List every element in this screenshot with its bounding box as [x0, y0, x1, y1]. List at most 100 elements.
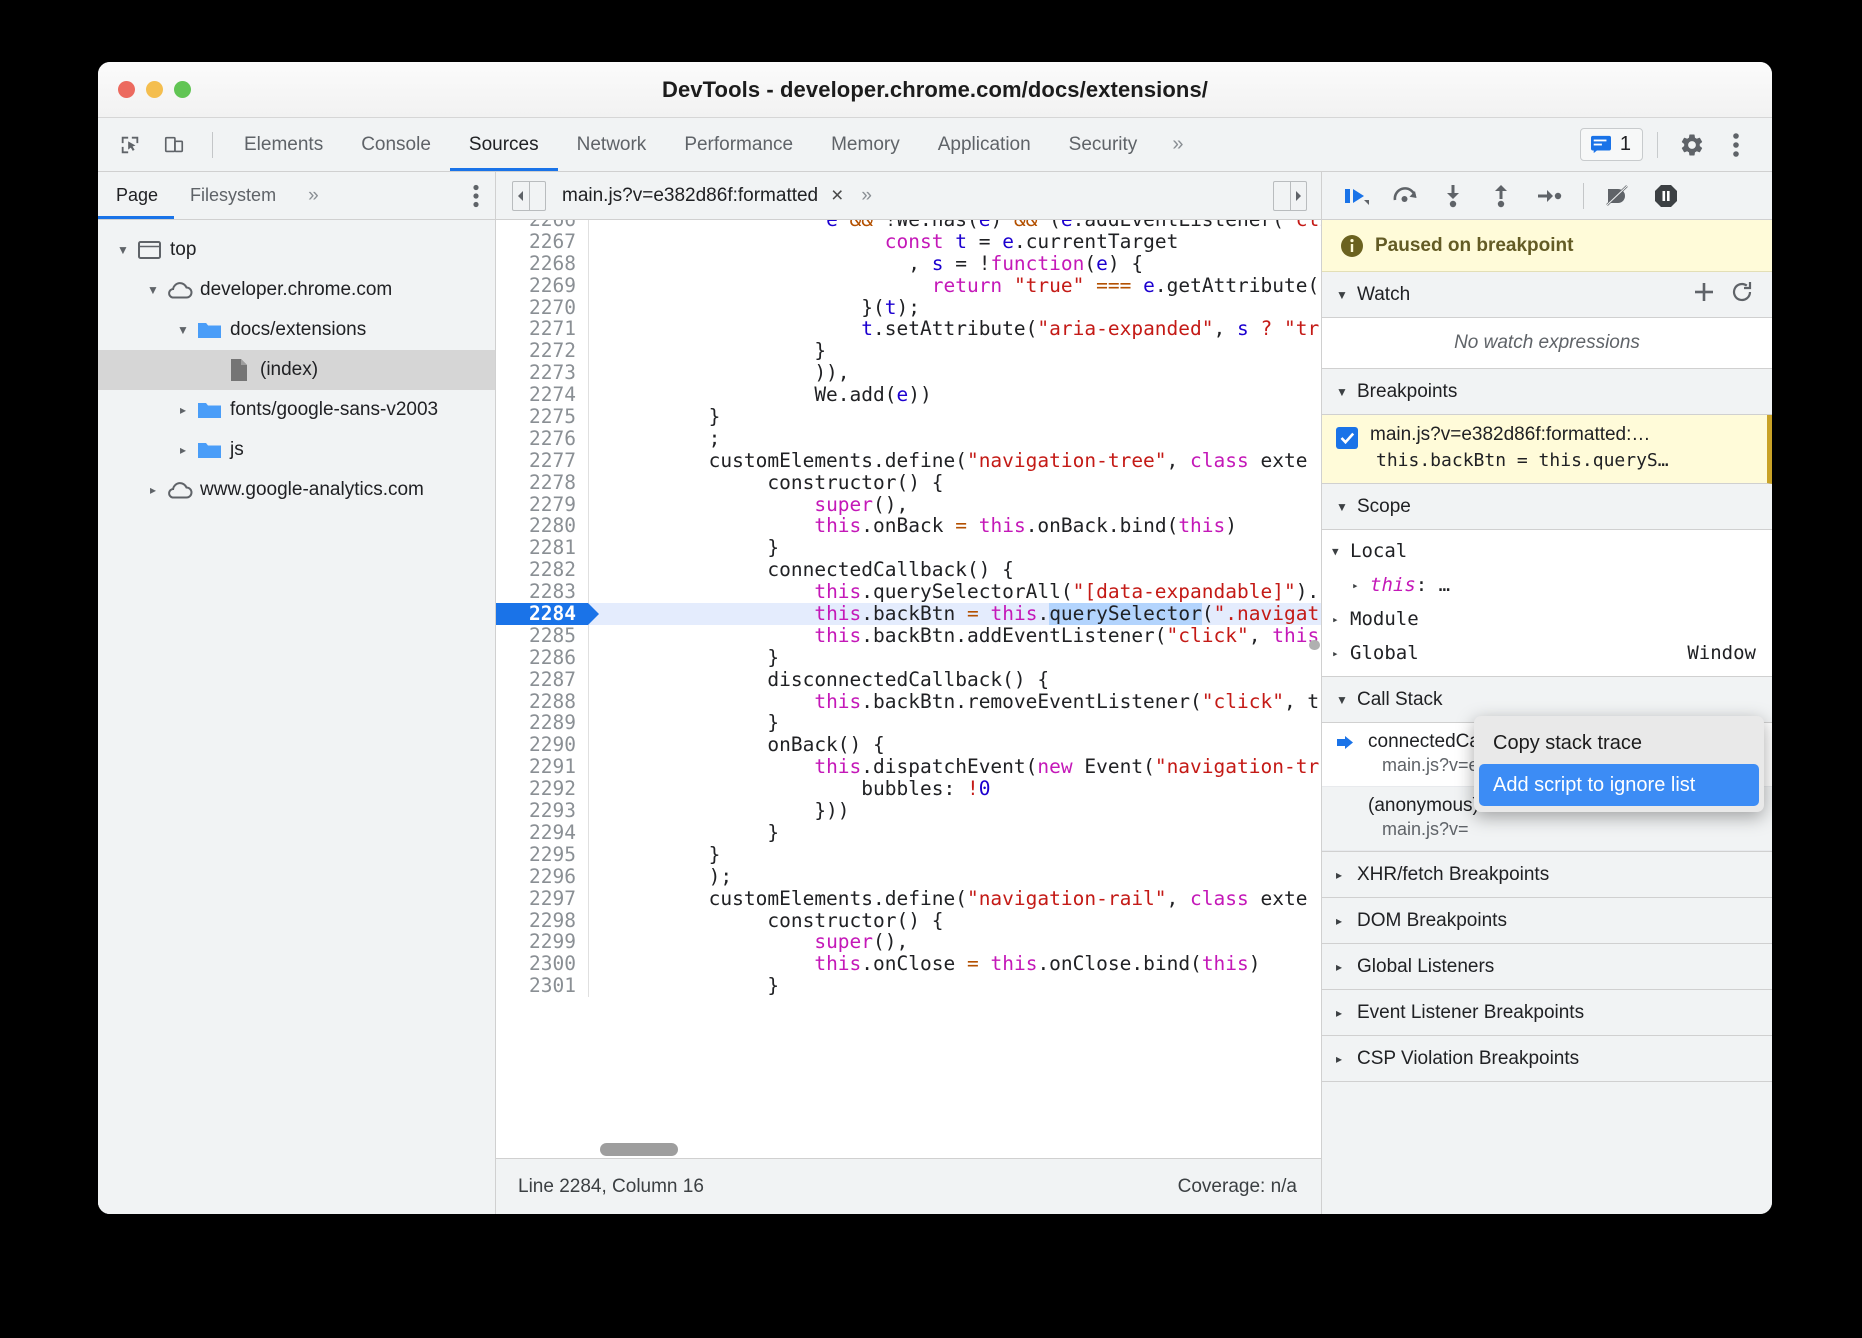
tab-network[interactable]: Network: [558, 118, 666, 171]
line-number[interactable]: 2283: [496, 581, 588, 603]
chevron-down-icon[interactable]: ▼: [1336, 385, 1348, 399]
coverage-status[interactable]: Coverage: n/a: [1178, 1176, 1297, 1198]
line-number[interactable]: 2278: [496, 472, 588, 494]
code-line[interactable]: 2290 onBack() {: [496, 734, 1321, 756]
line-number[interactable]: 2288: [496, 691, 588, 713]
scope-row-this[interactable]: ▸ this : …: [1322, 568, 1772, 602]
deactivate-breakpoints-button[interactable]: [1597, 177, 1639, 215]
code-line[interactable]: 2280 this.onBack = this.onBack.bind(this…: [496, 515, 1321, 537]
tree-node-developer-chrome-com[interactable]: ▼ developer.chrome.com: [98, 270, 495, 310]
chevron-right-icon[interactable]: ▸: [172, 390, 194, 430]
chevron-down-icon[interactable]: ▼: [1336, 288, 1348, 302]
watch-section-header[interactable]: ▼ Watch: [1322, 272, 1772, 318]
chevron-right-icon[interactable]: ▸: [172, 430, 194, 470]
global-listeners-header[interactable]: ▸ Global Listeners: [1322, 944, 1772, 990]
tab-performance[interactable]: Performance: [665, 118, 812, 171]
code-line[interactable]: 2273 )),: [496, 362, 1321, 384]
chevron-down-icon[interactable]: ▼: [142, 270, 164, 310]
dom-breakpoints-header[interactable]: ▸ DOM Breakpoints: [1322, 898, 1772, 944]
refresh-watch-expressions-button[interactable]: [1730, 280, 1754, 310]
code-line[interactable]: 2284 this.backBtn = this.querySelector("…: [496, 603, 1321, 625]
code-line[interactable]: 2278 constructor() {: [496, 472, 1321, 494]
chevron-down-icon[interactable]: ▼: [1336, 693, 1348, 707]
code-line[interactable]: 2287 disconnectedCallback() {: [496, 669, 1321, 691]
line-number[interactable]: 2276: [496, 428, 588, 450]
tree-node-js[interactable]: ▸ js: [98, 430, 495, 470]
code-line[interactable]: 2301 }: [496, 975, 1321, 997]
vertical-scrollbar[interactable]: [1309, 640, 1320, 650]
chevron-right-icon[interactable]: ▸: [1332, 613, 1350, 626]
code-line[interactable]: 2286 }: [496, 647, 1321, 669]
code-line[interactable]: 2271 t.setAttribute("aria-expanded", s ?…: [496, 318, 1321, 340]
code-line[interactable]: 2266 e && !We.has(e) && (e.addEventListe…: [496, 220, 1321, 231]
code-line[interactable]: 2285 this.backBtn.addEventListener("clic…: [496, 625, 1321, 647]
code-line[interactable]: 2291 this.dispatchEvent(new Event("navig…: [496, 756, 1321, 778]
nav-tab-page[interactable]: Page: [98, 172, 174, 219]
navigator-more-options-button[interactable]: [473, 184, 495, 208]
code-line[interactable]: 2270 }(t);: [496, 297, 1321, 319]
code-line[interactable]: 2277 customElements.define("navigation-t…: [496, 450, 1321, 472]
code-line[interactable]: 2288 this.backBtn.removeEventListener("c…: [496, 691, 1321, 713]
editor-more-tabs-chevron-icon[interactable]: »: [861, 185, 872, 207]
show-navigator-button[interactable]: [512, 181, 546, 211]
horizontal-scrollbar[interactable]: [600, 1143, 678, 1156]
tab-application[interactable]: Application: [919, 118, 1050, 171]
tab-memory[interactable]: Memory: [812, 118, 919, 171]
context-menu-item-add-script-to-ignore-list[interactable]: Add script to ignore list: [1479, 764, 1759, 806]
line-number[interactable]: 2287: [496, 669, 588, 691]
scope-row-local[interactable]: ▼ Local: [1322, 534, 1772, 568]
step-button[interactable]: [1528, 177, 1570, 215]
inspect-element-icon[interactable]: [112, 128, 148, 162]
step-over-next-function-call-button[interactable]: [1384, 177, 1426, 215]
line-number[interactable]: 2282: [496, 559, 588, 581]
tree-node-www-google-analytics-com[interactable]: ▸ www.google-analytics.com: [98, 470, 495, 510]
line-number[interactable]: 2299: [496, 931, 588, 953]
chevron-right-icon[interactable]: ▸: [1336, 1052, 1348, 1066]
more-tabs-chevron-icon[interactable]: »: [1156, 118, 1199, 171]
line-number[interactable]: 2290: [496, 734, 588, 756]
chevron-right-icon[interactable]: ▸: [1352, 579, 1370, 592]
tree-node-top[interactable]: ▼ top: [98, 230, 495, 270]
step-into-next-function-call-button[interactable]: [1432, 177, 1474, 215]
settings-button[interactable]: [1672, 125, 1712, 165]
chevron-right-icon[interactable]: ▸: [1336, 914, 1348, 928]
line-number[interactable]: 2277: [496, 450, 588, 472]
code-line[interactable]: 2299 super(),: [496, 931, 1321, 953]
breakpoints-section-header[interactable]: ▼ Breakpoints: [1322, 369, 1772, 415]
devtools-main-menu-button[interactable]: [1716, 125, 1756, 165]
chevron-right-icon[interactable]: ▸: [142, 470, 164, 510]
line-number[interactable]: 2301: [496, 975, 588, 997]
tree-node-index[interactable]: ▸ (index): [98, 350, 495, 390]
code-line[interactable]: 2283 this.querySelectorAll("[data-expand…: [496, 581, 1321, 603]
line-number[interactable]: 2293: [496, 800, 588, 822]
add-watch-expression-button[interactable]: [1692, 280, 1716, 310]
line-number[interactable]: 2280: [496, 515, 588, 537]
code-line[interactable]: 2275 }: [496, 406, 1321, 428]
step-out-of-current-function-button[interactable]: [1480, 177, 1522, 215]
context-menu-item-copy-stack-trace[interactable]: Copy stack trace: [1479, 722, 1759, 764]
line-number[interactable]: 2294: [496, 822, 588, 844]
pause-on-exceptions-button[interactable]: [1645, 177, 1687, 215]
chevron-down-icon[interactable]: ▼: [172, 310, 194, 350]
code-line[interactable]: 2298 constructor() {: [496, 910, 1321, 932]
line-number[interactable]: 2284: [496, 603, 588, 625]
code-line[interactable]: 2272 }: [496, 340, 1321, 362]
code-line[interactable]: 2295 }: [496, 844, 1321, 866]
breakpoint-checkbox[interactable]: [1336, 427, 1358, 449]
line-number[interactable]: 2298: [496, 910, 588, 932]
close-tab-icon[interactable]: ×: [831, 185, 843, 206]
line-number[interactable]: 2285: [496, 625, 588, 647]
code-line[interactable]: 2289 }: [496, 712, 1321, 734]
show-debugger-sidebar-button[interactable]: [1273, 181, 1307, 211]
chevron-right-icon[interactable]: ▸: [1332, 647, 1350, 660]
code-viewer[interactable]: 2266 e && !We.has(e) && (e.addEventListe…: [496, 220, 1321, 1158]
chevron-down-icon[interactable]: ▼: [112, 230, 134, 270]
line-number[interactable]: 2268: [496, 253, 588, 275]
console-message-badge[interactable]: 1: [1580, 128, 1643, 161]
code-line[interactable]: 2300 this.onClose = this.onClose.bind(th…: [496, 953, 1321, 975]
code-line[interactable]: 2267 const t = e.currentTarget: [496, 231, 1321, 253]
scope-row-global[interactable]: ▸ Global Window: [1322, 636, 1772, 670]
line-number[interactable]: 2274: [496, 384, 588, 406]
chevron-down-icon[interactable]: ▼: [1332, 545, 1350, 558]
line-number[interactable]: 2286: [496, 647, 588, 669]
